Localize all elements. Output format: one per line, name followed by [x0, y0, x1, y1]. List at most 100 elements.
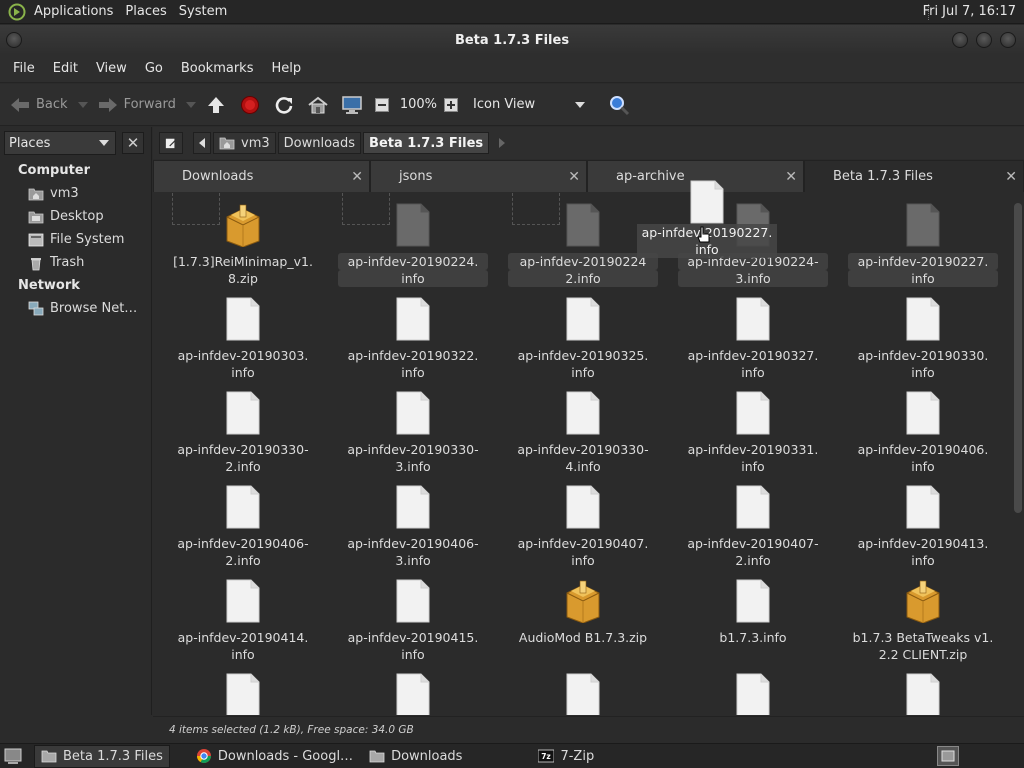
reload-button[interactable] [272, 93, 300, 117]
zip-archive-icon [906, 580, 940, 623]
file-item[interactable]: ap-infdev-20190406- 3.info [338, 485, 488, 569]
up-arrow-icon [204, 93, 228, 117]
taskbar-item-downloads[interactable]: Downloads [363, 745, 468, 768]
view-mode-select[interactable]: Icon View [473, 97, 586, 112]
menu-edit[interactable]: Edit [44, 61, 87, 76]
places-menu[interactable]: Places [119, 4, 172, 19]
file-item[interactable]: ap-infdev-20190406- 2.info [168, 485, 318, 569]
crumb-scroll-left-button[interactable] [193, 132, 211, 154]
file-item[interactable]: ap-infdev-20190414. info [168, 579, 318, 663]
tab-beta-1-7-3-files[interactable]: Beta 1.7.3 Files ✕ [804, 160, 1024, 192]
file-label: 2.info [225, 459, 261, 474]
applications-menu[interactable]: Applications [28, 4, 119, 19]
sidebar-item-browse-network[interactable]: Browse Net… [0, 297, 151, 320]
workspace-icon [941, 750, 955, 762]
close-tab-icon[interactable]: ✕ [785, 169, 797, 185]
toggle-location-entry-button[interactable] [159, 132, 183, 154]
stop-button[interactable] [238, 93, 266, 117]
file-item[interactable]: ap-infdev-20190407. info [508, 485, 658, 569]
crumb-downloads[interactable]: Downloads [277, 132, 362, 154]
crumb-current-folder[interactable]: Beta 1.7.3 Files [363, 132, 490, 154]
file-item[interactable]: ap-infdev-20190330- 3.info [338, 391, 488, 475]
icon-view-scrollbar[interactable] [1012, 193, 1024, 715]
document-icon [226, 391, 260, 435]
back-button[interactable]: Back [8, 93, 68, 117]
up-button[interactable] [204, 93, 232, 117]
computer-button[interactable] [340, 93, 368, 117]
window-titlebar[interactable]: Beta 1.7.3 Files [0, 25, 1024, 55]
file-item[interactable]: AudioMod B1.7.3.zip [508, 579, 658, 646]
close-window-button[interactable] [1000, 32, 1016, 48]
file-item[interactable]: ap-infdev-20190224 2.info [508, 203, 658, 287]
mate-logo-icon[interactable] [6, 1, 28, 23]
close-tab-icon[interactable]: ✕ [568, 169, 580, 185]
file-item[interactable]: ap-infdev-20190327. info [678, 297, 828, 381]
file-item[interactable] [848, 673, 998, 715]
tab-downloads[interactable]: Downloads ✕ [153, 160, 370, 192]
file-item[interactable]: ap-infdev-20190303. info [168, 297, 318, 381]
back-history-dropdown[interactable] [77, 101, 88, 108]
chevron-right-icon[interactable] [499, 138, 506, 148]
taskbar-item-beta-files[interactable]: Beta 1.7.3 Files [34, 744, 170, 768]
menu-file[interactable]: File [4, 61, 44, 76]
trash-icon [31, 257, 41, 270]
zoom-level[interactable]: 100% [400, 97, 437, 112]
close-tab-icon[interactable]: ✕ [1005, 169, 1017, 185]
file-item[interactable]: b1.7.3 BetaTweaks v1. 2.2 CLIENT.zip [848, 579, 998, 663]
workspace-switcher[interactable] [937, 746, 959, 766]
file-item[interactable] [508, 673, 658, 715]
svg-text:7z: 7z [542, 752, 552, 761]
zoom-out-button[interactable] [374, 93, 394, 117]
file-item[interactable]: ap-infdev-20190330- 4.info [508, 391, 658, 475]
tab-jsons[interactable]: jsons ✕ [370, 160, 587, 192]
taskbar-item-7zip[interactable]: 7z 7-Zip [532, 745, 600, 768]
file-item[interactable]: ap-infdev-20190415. info [338, 579, 488, 663]
system-menu[interactable]: System [173, 4, 233, 19]
taskbar-label: 7-Zip [560, 748, 595, 764]
sidebar-item-file-system[interactable]: File System [0, 228, 151, 251]
window-menu-button[interactable] [6, 32, 22, 48]
home-button[interactable] [306, 93, 334, 117]
file-item[interactable]: ap-infdev-20190325. info [508, 297, 658, 381]
close-side-pane-button[interactable]: ✕ [122, 132, 144, 154]
file-item[interactable]: ap-infdev-20190413. info [848, 485, 998, 569]
document-icon [906, 203, 940, 247]
menu-help[interactable]: Help [262, 61, 310, 76]
zoom-in-button[interactable] [443, 93, 463, 117]
menu-bookmarks[interactable]: Bookmarks [172, 61, 263, 76]
close-tab-icon[interactable]: ✕ [351, 169, 363, 185]
file-item[interactable]: ap-infdev-20190227. info [848, 203, 998, 287]
icon-view[interactable]: [1.7.3]ReiMinimap_v1. 8.zip ap-infdev-2019… [155, 193, 1010, 715]
menu-go[interactable]: Go [136, 61, 172, 76]
side-pane-selector[interactable]: Places [4, 131, 116, 155]
file-item[interactable]: ap-infdev-20190406. info [848, 391, 998, 475]
file-item[interactable]: ap-infdev-20190224. info [338, 203, 488, 287]
minimize-button[interactable] [952, 32, 968, 48]
file-item[interactable] [168, 673, 318, 715]
file-item[interactable]: ap-infdev-20190330- 2.info [168, 391, 318, 475]
file-item[interactable]: ap-infdev-20190330. info [848, 297, 998, 381]
document-icon [226, 485, 260, 529]
file-label: info [911, 553, 935, 568]
sidebar-item-desktop[interactable]: Desktop [0, 205, 151, 228]
file-item[interactable]: ap-infdev-20190322. info [338, 297, 488, 381]
file-item[interactable]: ap-infdev-20190331. info [678, 391, 828, 475]
file-item[interactable]: ap-infdev-20190407- 2.info [678, 485, 828, 569]
file-item[interactable]: b1.7.3.info [678, 579, 828, 646]
crumb-vm3[interactable]: vm3 [213, 132, 276, 154]
menu-view[interactable]: View [87, 61, 136, 76]
forward-history-dropdown[interactable] [185, 101, 196, 108]
clock[interactable]: Fri Jul 7, 16:17 [923, 4, 1016, 19]
search-button[interactable] [607, 93, 635, 117]
forward-button[interactable]: Forward [96, 93, 176, 117]
file-item[interactable] [338, 673, 488, 715]
maximize-button[interactable] [976, 32, 992, 48]
sidebar-item-trash[interactable]: Trash [0, 251, 151, 274]
show-desktop-button[interactable] [4, 747, 26, 765]
file-item[interactable]: [1.7.3]ReiMinimap_v1. 8.zip [168, 203, 318, 287]
document-icon [566, 297, 600, 341]
scrollbar-thumb[interactable] [1014, 203, 1022, 513]
taskbar-item-chrome[interactable]: Downloads - Googl… [190, 745, 359, 768]
sidebar-item-vm3[interactable]: vm3 [0, 182, 151, 205]
file-item[interactable] [678, 673, 828, 715]
